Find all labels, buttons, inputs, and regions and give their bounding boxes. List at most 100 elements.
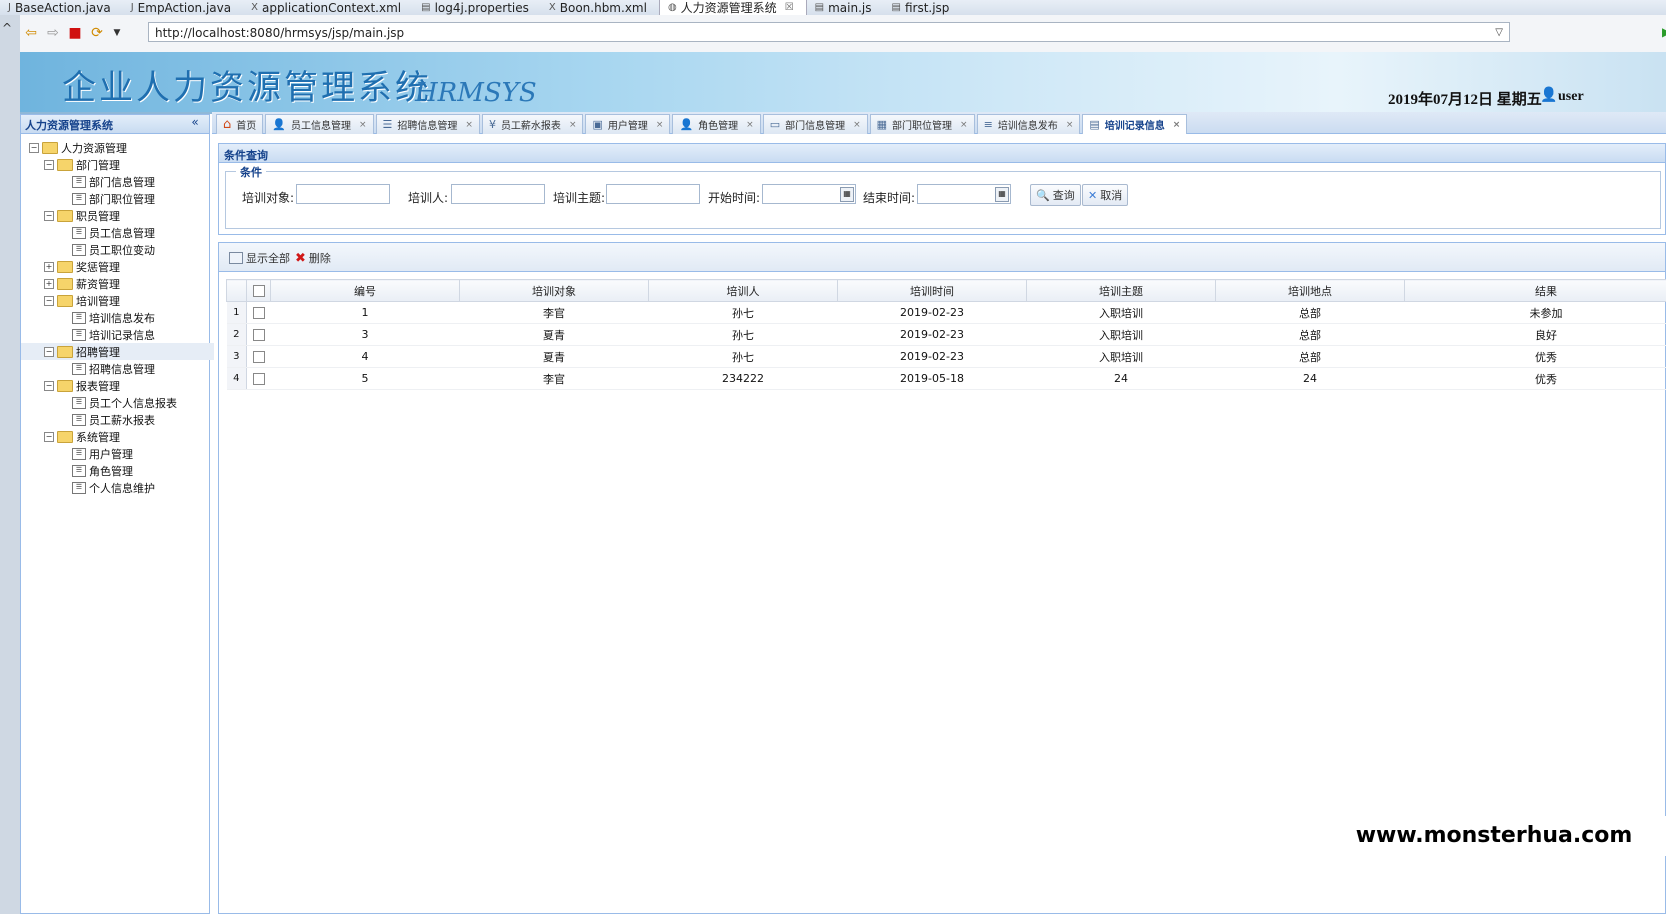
- close-icon[interactable]: ×: [746, 120, 754, 130]
- collapse-icon[interactable]: −: [44, 210, 54, 221]
- column-header[interactable]: 编号: [270, 279, 460, 302]
- tree-node[interactable]: ☰ 员工个人信息报表: [21, 394, 239, 411]
- column-header[interactable]: 培训主题: [1026, 279, 1216, 302]
- main-tab[interactable]: ▭ 部门信息管理 ×: [762, 114, 868, 134]
- current-user[interactable]: user: [1558, 89, 1584, 105]
- collapse-icon[interactable]: −: [44, 159, 54, 170]
- main-tab[interactable]: ≡ 培训信息发布 ×: [976, 114, 1081, 134]
- search-button[interactable]: 🔍 查询: [1030, 184, 1081, 206]
- tree-node[interactable]: + 薪资管理: [21, 275, 224, 292]
- close-icon[interactable]: ×: [656, 120, 664, 130]
- calendar-icon[interactable]: ▦: [840, 187, 854, 202]
- expand-icon[interactable]: +: [44, 261, 54, 272]
- collapse-icon[interactable]: −: [44, 380, 54, 391]
- tree-node[interactable]: + 奖惩管理: [21, 258, 224, 275]
- rail-arrow-icon[interactable]: ^: [2, 21, 12, 35]
- back-icon[interactable]: ⇦: [22, 24, 40, 42]
- tree-node[interactable]: ☰ 员工信息管理: [21, 224, 239, 241]
- url-input[interactable]: http://localhost:8080/hrmsys/jsp/main.js…: [148, 22, 1510, 42]
- table-row[interactable]: 4 5 李官 234222 2019-05-18 24 24 优秀: [226, 367, 1666, 390]
- close-icon[interactable]: ×: [1066, 120, 1074, 130]
- row-checkbox-cell[interactable]: [246, 323, 271, 346]
- tree-node[interactable]: − 部门管理: [21, 156, 224, 173]
- collapse-icon[interactable]: «: [187, 115, 203, 131]
- table-row[interactable]: 3 4 夏青 孙七 2019-02-23 入职培训 总部 优秀: [226, 345, 1666, 368]
- row-checkbox-cell[interactable]: [246, 301, 271, 324]
- main-tab[interactable]: 👤 角色管理 ×: [672, 114, 761, 134]
- end-time-input[interactable]: ▦: [917, 184, 1011, 204]
- menu-dropdown-icon[interactable]: ▼: [108, 24, 126, 42]
- row-checkbox[interactable]: [252, 351, 265, 363]
- expand-icon[interactable]: +: [44, 278, 54, 289]
- tree-node[interactable]: − 人力资源管理: [21, 139, 209, 156]
- tree-node[interactable]: ☰ 招聘信息管理: [21, 360, 239, 377]
- main-tab[interactable]: ▦ 部门职位管理 ×: [869, 114, 975, 134]
- tree-node[interactable]: ☰ 培训信息发布: [21, 309, 239, 326]
- tree-node[interactable]: − 培训管理: [21, 292, 224, 309]
- select-all-checkbox-cell[interactable]: [246, 279, 271, 302]
- row-checkbox[interactable]: [252, 307, 265, 319]
- close-icon[interactable]: ×: [960, 120, 968, 130]
- row-checkbox[interactable]: [252, 329, 265, 341]
- close-icon[interactable]: ×: [853, 120, 861, 130]
- table-row[interactable]: 2 3 夏青 孙七 2019-02-23 入职培训 总部 良好: [226, 323, 1666, 346]
- tree-node[interactable]: ☰ 员工职位变动: [21, 241, 239, 258]
- close-icon[interactable]: ☒: [785, 2, 794, 13]
- editor-tab[interactable]: ▤ log4j.properties: [413, 0, 541, 15]
- tree-node[interactable]: ☰ 个人信息维护: [21, 479, 239, 496]
- forward-icon[interactable]: ⇨: [44, 24, 62, 42]
- table-row[interactable]: 1 1 李官 孙七 2019-02-23 入职培训 总部 未参加: [226, 301, 1666, 324]
- row-checkbox-cell[interactable]: [246, 367, 271, 390]
- main-tab[interactable]: ☰ 招聘信息管理 ×: [375, 114, 480, 134]
- select-all-checkbox[interactable]: [252, 285, 265, 297]
- collapse-icon[interactable]: −: [44, 346, 54, 357]
- column-header[interactable]: 培训地点: [1215, 279, 1405, 302]
- cancel-button[interactable]: ✕ 取消: [1082, 184, 1129, 206]
- column-header[interactable]: 结果: [1404, 279, 1666, 302]
- editor-tab[interactable]: XapplicationContext.xml: [243, 0, 413, 15]
- go-icon[interactable]: ▶: [1662, 25, 1666, 39]
- editor-tab[interactable]: X Boon.hbm.xml: [541, 0, 659, 15]
- collapse-icon[interactable]: −: [44, 431, 54, 442]
- close-icon[interactable]: ×: [569, 120, 577, 130]
- refresh-icon[interactable]: ⟳: [88, 24, 106, 42]
- main-tab[interactable]: 👤 员工信息管理 ×: [265, 114, 374, 134]
- trainer-input[interactable]: [451, 184, 545, 204]
- column-header[interactable]: 培训人: [648, 279, 838, 302]
- editor-tab[interactable]: ▤ main.js: [807, 0, 884, 15]
- main-tab[interactable]: ⌂ 首页: [216, 114, 264, 134]
- column-header[interactable]: 培训时间: [837, 279, 1027, 302]
- row-checkbox[interactable]: [252, 373, 265, 385]
- tree-node[interactable]: − 系统管理: [21, 428, 224, 445]
- close-icon[interactable]: ×: [1173, 120, 1181, 130]
- delete-button[interactable]: ✖ 删除: [295, 250, 331, 266]
- topic-input[interactable]: [606, 184, 700, 204]
- row-checkbox-cell[interactable]: [246, 345, 271, 368]
- stop-icon[interactable]: ■: [66, 24, 84, 42]
- editor-tab[interactable]: ▤ first.jsp: [884, 0, 962, 15]
- close-icon[interactable]: ×: [359, 120, 367, 130]
- close-icon[interactable]: ×: [465, 120, 473, 130]
- show-all-button[interactable]: 显示全部: [229, 250, 290, 266]
- editor-tab[interactable]: J BaseAction.java: [0, 0, 123, 15]
- main-tab[interactable]: ¥ 员工薪水报表 ×: [481, 114, 584, 134]
- tree-node[interactable]: ☰ 角色管理: [21, 462, 239, 479]
- start-time-input[interactable]: ▦: [762, 184, 856, 204]
- calendar-icon[interactable]: ▦: [995, 187, 1009, 202]
- tree-node[interactable]: ☰ 员工薪水报表: [21, 411, 239, 428]
- collapse-icon[interactable]: −: [29, 142, 39, 153]
- editor-tab[interactable]: ◍ 人力资源管理系统 ☒: [658, 0, 807, 15]
- tree-node[interactable]: ☰ 培训记录信息: [21, 326, 239, 343]
- tree-node[interactable]: ☰ 用户管理: [21, 445, 239, 462]
- chevron-down-icon[interactable]: ▽: [1495, 23, 1503, 43]
- tree-node[interactable]: − 职员管理: [21, 207, 224, 224]
- trainee-input[interactable]: [296, 184, 390, 204]
- collapse-icon[interactable]: −: [44, 295, 54, 306]
- column-header[interactable]: 培训对象: [459, 279, 649, 302]
- editor-tab[interactable]: J EmpAction.java: [123, 0, 243, 15]
- main-tab[interactable]: ▤ 培训记录信息 ×: [1082, 114, 1188, 134]
- main-tab[interactable]: ▣ 用户管理 ×: [585, 114, 671, 134]
- tree-node[interactable]: ☰ 部门信息管理: [21, 173, 239, 190]
- tree-node[interactable]: − 招聘管理: [21, 343, 224, 360]
- tree-node[interactable]: − 报表管理: [21, 377, 224, 394]
